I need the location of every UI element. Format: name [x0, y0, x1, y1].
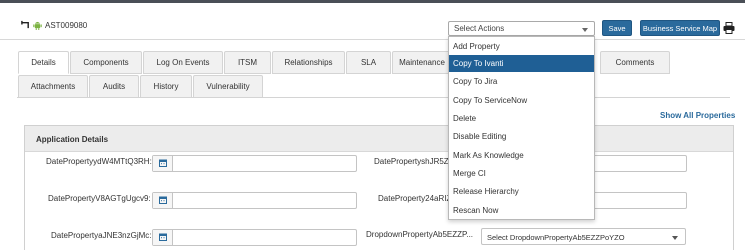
- menu-item-mark-as-knowledge[interactable]: Mark As Knowledge: [449, 147, 594, 164]
- menu-item-merge-ci[interactable]: Merge CI: [449, 165, 594, 182]
- select-actions-dropdown[interactable]: Select Actions: [448, 21, 595, 36]
- menu-item-rescan-now[interactable]: Rescan Now: [449, 202, 594, 219]
- calendar-icon: [159, 233, 167, 241]
- business-service-map-button[interactable]: Business Service Map: [640, 20, 720, 36]
- dropdown-property-value: Select DropdownPropertyAb5EZZPoYZO: [487, 233, 625, 242]
- tab-audits[interactable]: Audits: [89, 75, 139, 98]
- tabs-divider: [17, 97, 730, 98]
- chevron-down-icon: [582, 28, 588, 32]
- tab-comments[interactable]: Comments: [600, 51, 670, 74]
- calendar-icon: [159, 159, 167, 167]
- save-button[interactable]: Save: [602, 20, 632, 36]
- menu-item-release-hierarchy[interactable]: Release Hierarchy: [449, 183, 594, 200]
- calendar-button[interactable]: [153, 156, 173, 171]
- menu-item-disable-editing[interactable]: Disable Editing: [449, 128, 594, 145]
- tab-attachments[interactable]: Attachments: [18, 75, 88, 98]
- chevron-down-icon: [672, 236, 678, 240]
- menu-item-copy-to-jira[interactable]: Copy To Jira: [449, 73, 594, 90]
- header-divider: [0, 39, 745, 40]
- date-property-label-1: DatePropertyydW4MTtQ3RH:: [46, 157, 152, 166]
- tab-vulnerability[interactable]: Vulnerability: [193, 75, 263, 98]
- date-property-label-2: DatePropertyshJR5ZC: [374, 157, 455, 166]
- tab-relationships[interactable]: Relationships: [272, 51, 345, 74]
- date-input-1[interactable]: [152, 155, 357, 172]
- asset-id: AST009080: [45, 21, 88, 30]
- date-input-5[interactable]: [152, 229, 357, 246]
- panel-header: Application Details: [25, 126, 733, 152]
- android-icon: [33, 21, 42, 30]
- menu-item-copy-to-servicenow[interactable]: Copy To ServiceNow: [449, 92, 594, 109]
- date-property-label-5: DatePropertyaJNE3nzGjMc:: [51, 231, 152, 240]
- top-bar: [0, 0, 745, 3]
- select-actions-label: Select Actions: [454, 24, 505, 33]
- menu-item-add-property[interactable]: Add Property: [449, 38, 594, 55]
- date-property-label-4: DateProperty24aRIZ: [378, 194, 452, 203]
- menu-item-copy-to-ivanti[interactable]: Copy To Ivanti: [449, 55, 594, 72]
- tab-components[interactable]: Components: [70, 51, 142, 74]
- menu-item-delete[interactable]: Delete: [449, 110, 594, 127]
- tab-log-on-events[interactable]: Log On Events: [143, 51, 223, 74]
- tab-itsm[interactable]: ITSM: [224, 51, 271, 74]
- back-arrow-icon[interactable]: [21, 20, 30, 29]
- calendar-button[interactable]: [153, 193, 173, 208]
- panel-title: Application Details: [36, 135, 109, 144]
- actions-menu: Add Property Copy To Ivanti Copy To Jira…: [448, 36, 595, 220]
- date-property-label-3: DatePropertyV8AGTgUgcv9:: [48, 194, 151, 203]
- show-all-properties-link[interactable]: Show All Properties: [660, 111, 735, 120]
- tab-maintenance[interactable]: Maintenance: [392, 51, 452, 74]
- printer-icon[interactable]: [723, 22, 735, 34]
- calendar-button[interactable]: [153, 230, 173, 245]
- tab-history[interactable]: History: [140, 75, 192, 98]
- tab-details[interactable]: Details: [18, 51, 69, 74]
- calendar-icon: [159, 196, 167, 204]
- date-input-3[interactable]: [152, 192, 357, 209]
- dropdown-property-select[interactable]: Select DropdownPropertyAb5EZZPoYZO: [481, 228, 686, 245]
- dropdown-property-label: DropdownPropertyAb5EZZP...: [366, 230, 474, 239]
- tab-sla[interactable]: SLA: [346, 51, 391, 74]
